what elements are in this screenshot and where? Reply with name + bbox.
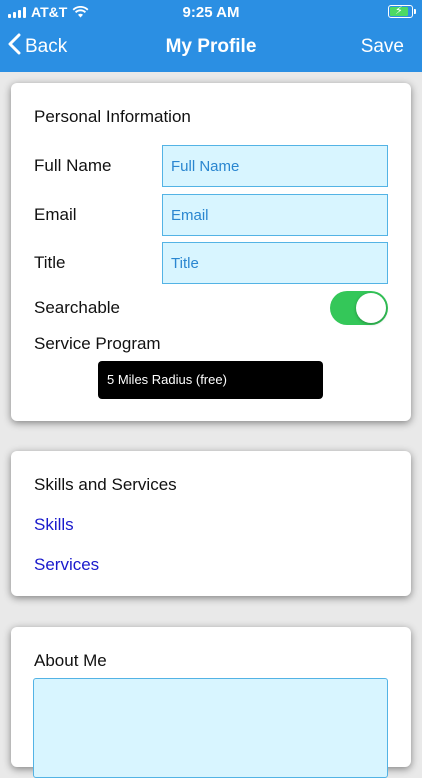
- personal-info-card: Personal Information Full Name Email Tit…: [11, 83, 411, 421]
- about-me-title: About Me: [34, 651, 107, 670]
- searchable-toggle[interactable]: [330, 291, 388, 325]
- skills-link[interactable]: Skills: [34, 515, 74, 535]
- title-label: Title: [34, 253, 66, 272]
- battery-icon: ⚡: [388, 5, 416, 18]
- toggle-knob: [356, 293, 386, 323]
- page-title: My Profile: [165, 36, 257, 57]
- header: AT&T 9:25 AM ⚡ Back My Profile Save: [0, 0, 422, 72]
- status-bar: AT&T 9:25 AM ⚡: [0, 0, 422, 24]
- about-me-card: About Me: [11, 627, 411, 778]
- personal-info-title: Personal Information: [34, 107, 191, 126]
- searchable-label: Searchable: [34, 298, 121, 317]
- email-input[interactable]: [162, 194, 388, 236]
- service-program-label: Service Program: [34, 334, 161, 353]
- charging-bolt-icon: ⚡: [395, 5, 403, 17]
- about-me-input[interactable]: [33, 678, 388, 778]
- full-name-label: Full Name: [34, 156, 112, 175]
- nav-bar: Back My Profile Save: [0, 24, 422, 72]
- save-button[interactable]: Save: [361, 36, 404, 58]
- skills-services-card: Skills and Services Skills Services: [11, 451, 411, 596]
- title-input[interactable]: [162, 242, 388, 284]
- skills-services-title: Skills and Services: [34, 475, 177, 494]
- service-program-select[interactable]: 5 Miles Radius (free): [98, 361, 323, 399]
- clock: 9:25 AM: [182, 4, 240, 21]
- email-label: Email: [34, 205, 77, 224]
- full-name-input[interactable]: [162, 145, 388, 187]
- services-link[interactable]: Services: [34, 555, 99, 575]
